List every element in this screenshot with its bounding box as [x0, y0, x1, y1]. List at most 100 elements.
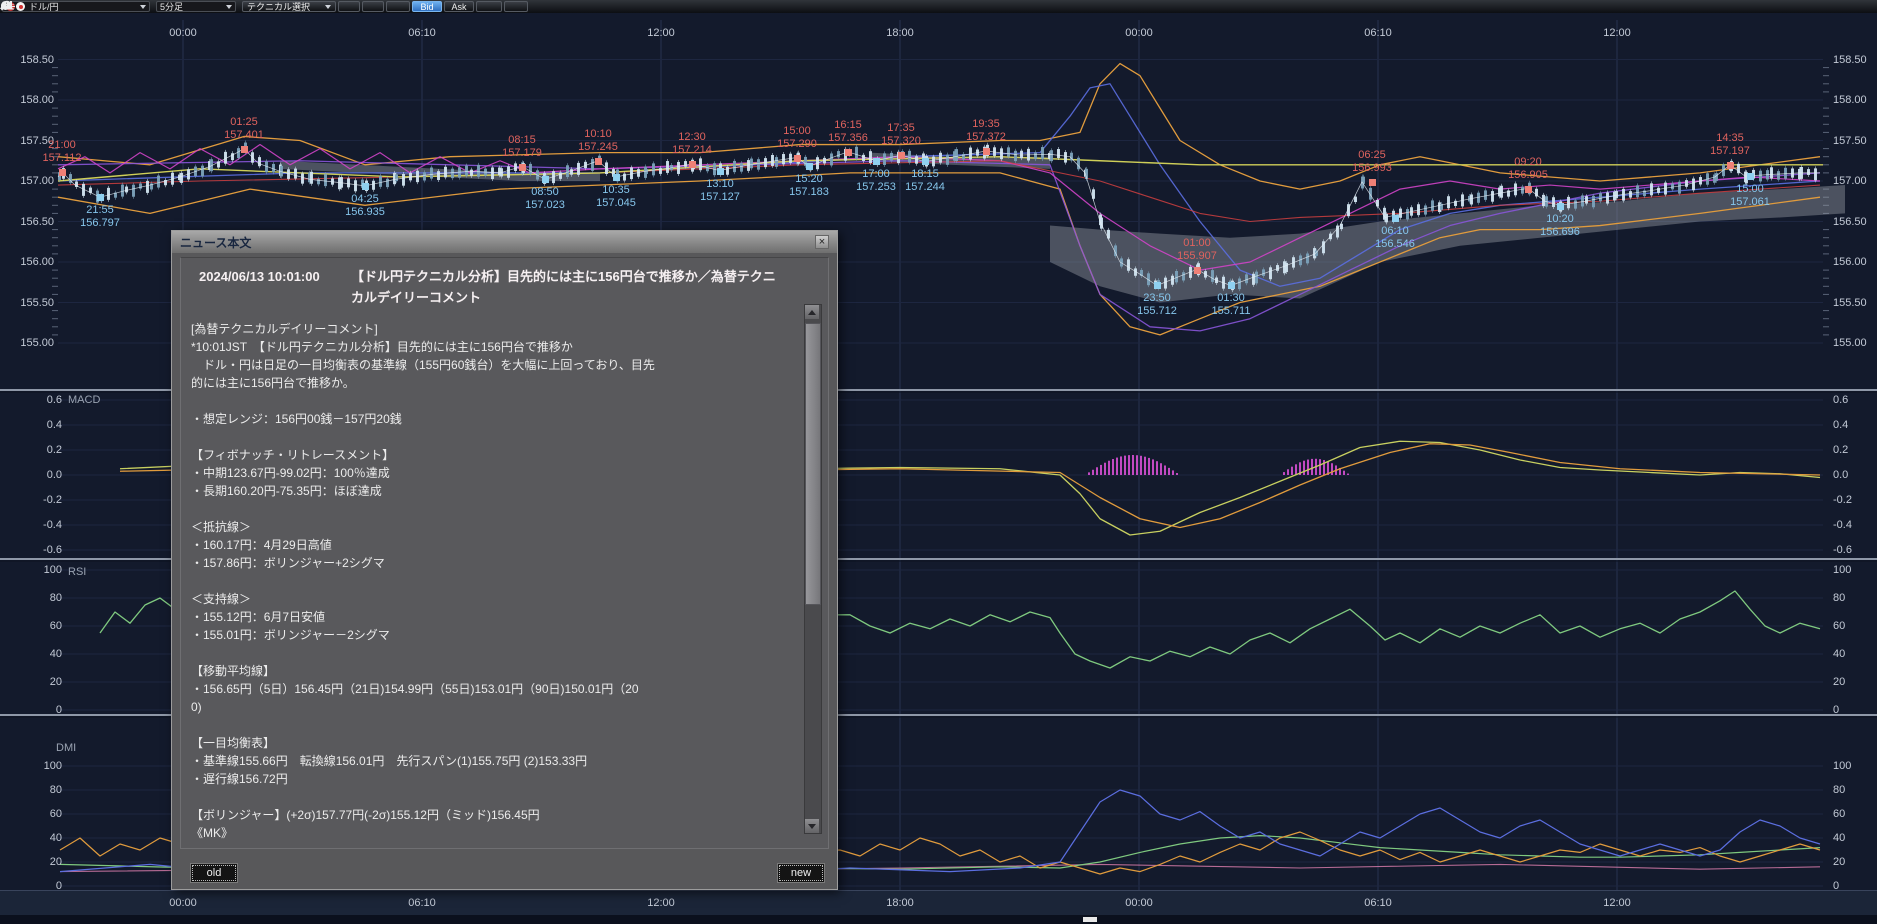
bid-toggle[interactable]: Bid — [412, 1, 442, 12]
macd-tick-left: 0.0 — [12, 469, 62, 481]
high-annotation: 17:35157.320 — [881, 122, 921, 148]
price-axis-label-left: 157.00 — [4, 175, 54, 187]
price-axis-label-left: 158.00 — [4, 94, 54, 106]
price-axis-label-right: 157.00 — [1833, 175, 1867, 187]
dmi-tick-right: 40 — [1833, 832, 1845, 844]
dialog-body-line: ・155.01円：ボリンジャー－2シグマ — [191, 626, 794, 644]
draw-pencil-button[interactable] — [338, 1, 360, 12]
rsi-tick-left: 80 — [12, 592, 62, 604]
rsi-tick-right: 0 — [1833, 704, 1839, 716]
high-marker — [983, 148, 990, 155]
dialog-title: ニュース本文 — [180, 234, 251, 251]
ask-toggle[interactable]: Ask — [444, 1, 474, 12]
high-marker — [1194, 267, 1201, 274]
bottom-time-axis-label: 18:00 — [886, 897, 914, 909]
low-annotation: 23:50155.712 — [1137, 292, 1177, 318]
high-marker — [845, 149, 852, 156]
low-annotation: 08:50157.023 — [525, 186, 565, 212]
dialog-body-line: ＜支持線＞ — [191, 590, 794, 608]
zoom-button[interactable] — [504, 1, 528, 12]
dialog-body-line — [191, 716, 794, 734]
news-heading: 2024/06/13 10:01:00 【ドル円テクニカル分析】目先的には主に1… — [199, 266, 788, 308]
dialog-body-line: ・160.17円：4月29日高値 — [191, 536, 794, 554]
dialog-content: 2024/06/13 10:01:00 【ドル円テクニカル分析】目先的には主に1… — [180, 257, 829, 849]
news-title: 【ドル円テクニカル分析】目先的には主に156円台で推移か／為替テクニカルデイリー… — [351, 266, 788, 308]
low-annotation: 21:55156.797 — [80, 204, 120, 230]
price-axis-label-right: 155.00 — [1833, 337, 1867, 349]
dmi-tick-left: 20 — [12, 856, 62, 868]
macd-tick-left: -0.4 — [12, 519, 62, 531]
time-axis-label: 12:00 — [1603, 27, 1631, 39]
rsi-tick-right: 80 — [1833, 592, 1845, 604]
macd-tick-left: 0.4 — [12, 419, 62, 431]
new-button[interactable]: new — [777, 863, 825, 883]
info-button[interactable] — [362, 1, 384, 12]
high-marker — [1525, 186, 1532, 193]
toolbar: ドル/円 5分足 テクニカル選択 Bid Ask — [0, 0, 1877, 13]
macd-tick-right: 0.6 — [1833, 394, 1848, 406]
time-axis-label: 06:10 — [408, 27, 436, 39]
bottom-time-axis-label: 00:00 — [169, 897, 197, 909]
chevron-down-icon — [325, 5, 331, 9]
macd-tick-right: -0.4 — [1833, 519, 1852, 531]
low-marker — [97, 194, 104, 201]
dialog-body-line: ・156.65円（5日）156.45円（21日)154.99円（55日)153.… — [191, 680, 794, 698]
dialog-body-line: 《MK》 — [191, 824, 794, 842]
price-axis-label-right: 157.50 — [1833, 135, 1867, 147]
time-axis-label: 12:00 — [647, 27, 675, 39]
dialog-body-line: 【移動平均線】 — [191, 662, 794, 680]
low-annotation: 13:10157.127 — [700, 178, 740, 204]
low-annotation: 10:20156.696 — [1540, 213, 1580, 239]
dialog-body-line: 0) — [191, 698, 794, 716]
price-axis-label-right: 156.50 — [1833, 216, 1867, 228]
technical-label: テクニカル選択 — [247, 0, 310, 13]
bottom-time-axis-label: 12:00 — [1603, 897, 1631, 909]
horizontal-scrollbar[interactable] — [0, 915, 1877, 924]
high-marker — [1727, 162, 1734, 169]
macd-tick-left: -0.6 — [12, 544, 62, 556]
scroll-up-icon[interactable] — [805, 305, 819, 319]
price-axis-label-left: 158.50 — [4, 54, 54, 66]
dmi-tick-right: 100 — [1833, 760, 1851, 772]
dmi-panel-label: DMI — [56, 742, 76, 754]
high-marker — [898, 152, 905, 159]
macd-tick-left: -0.2 — [12, 494, 62, 506]
price-axis-label-right: 155.50 — [1833, 297, 1867, 309]
dmi-tick-left: 40 — [12, 832, 62, 844]
high-annotation: 09:20156.905 — [1508, 156, 1548, 182]
pair-select[interactable]: ドル/円 — [2, 1, 150, 12]
low-marker — [613, 174, 620, 181]
close-icon[interactable]: × — [815, 235, 829, 249]
macd-tick-right: 0.4 — [1833, 419, 1848, 431]
low-marker — [873, 158, 880, 165]
dialog-titlebar[interactable]: ニュース本文 × — [172, 231, 837, 253]
high-marker — [794, 155, 801, 162]
ask-label: Ask — [451, 2, 466, 12]
high-annotation: 15:00157.290 — [777, 125, 817, 151]
jp-flag-icon — [16, 2, 25, 11]
timeframe-select[interactable]: 5分足 — [156, 1, 236, 12]
scroll-down-icon[interactable] — [805, 819, 819, 833]
low-marker — [1557, 203, 1564, 210]
dialog-body-line: 【ボリンジャー】(+2σ)157.77円(-2σ)155.12円（ミッド)156… — [191, 806, 794, 824]
low-annotation: 15:00157.061 — [1730, 183, 1770, 209]
low-annotation: 01:30155.711 — [1212, 292, 1251, 318]
old-button[interactable]: old — [190, 863, 238, 883]
low-marker — [717, 168, 724, 175]
news-body: [為替テクニカルデイリーコメント]*10:01JST 【ドル円テクニカル分析】目… — [191, 320, 794, 842]
rsi-tick-right: 40 — [1833, 648, 1845, 660]
dialog-body-line — [191, 500, 794, 518]
scrollbar-handle[interactable] — [1083, 917, 1097, 922]
rsi-tick-right: 20 — [1833, 676, 1845, 688]
chart-type-button[interactable] — [386, 1, 410, 12]
dialog-scrollbar[interactable] — [804, 304, 822, 834]
scroll-thumb[interactable] — [805, 323, 821, 605]
technical-select-button[interactable]: テクニカル選択 — [242, 1, 336, 12]
volume-button[interactable] — [476, 1, 502, 12]
rsi-panel-label: RSI — [68, 566, 86, 578]
low-marker — [806, 163, 813, 170]
low-marker — [542, 176, 549, 183]
bottom-time-axis-label: 06:10 — [1364, 897, 1392, 909]
bottom-time-axis-label: 00:00 — [1125, 897, 1153, 909]
low-annotation: 18:15157.244 — [905, 168, 945, 194]
